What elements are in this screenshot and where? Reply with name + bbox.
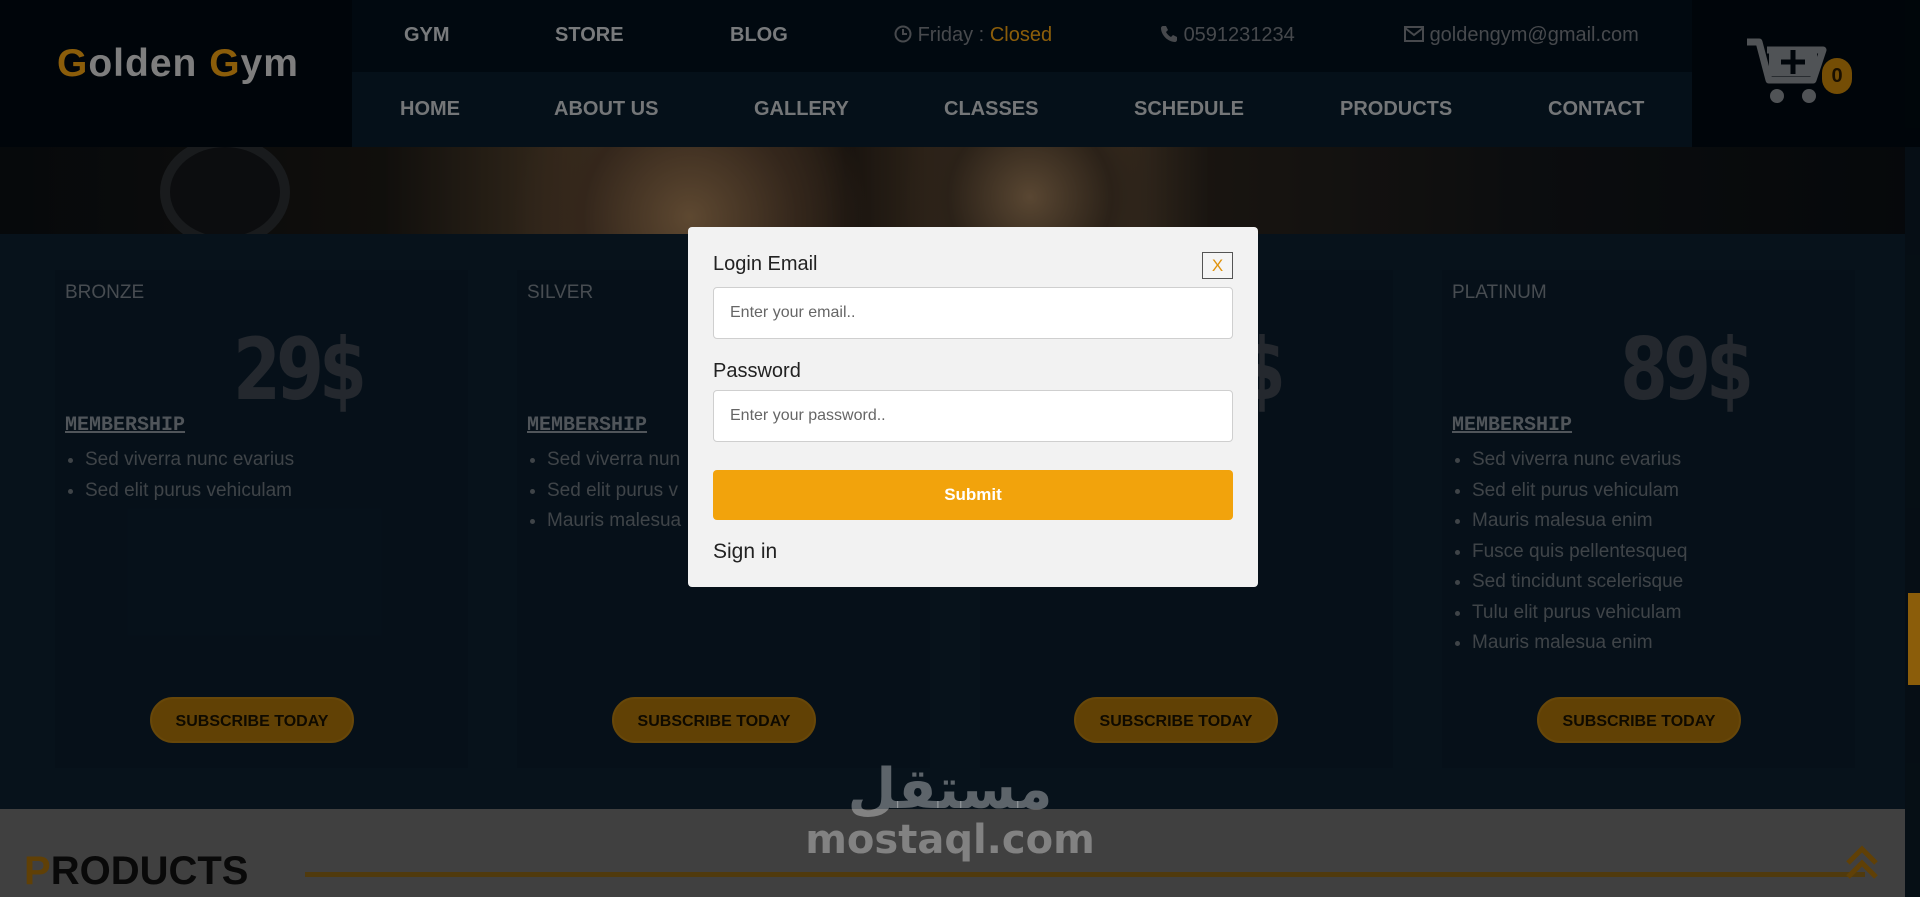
email-label: Login Email [713, 253, 818, 275]
password-label: Password [713, 360, 801, 382]
watermark-arabic: مستقل [847, 757, 1053, 822]
password-field[interactable] [713, 390, 1233, 442]
watermark-latin: mostaql.com [805, 817, 1095, 863]
close-button[interactable]: X [1202, 252, 1233, 279]
submit-button[interactable]: Submit [713, 470, 1233, 520]
watermark-logo: مستقل mostaql.com [800, 760, 1100, 890]
login-modal: Login Email X Password Submit Sign in [688, 227, 1258, 587]
sign-in-text[interactable]: Sign in [713, 540, 777, 564]
email-field[interactable] [713, 287, 1233, 339]
